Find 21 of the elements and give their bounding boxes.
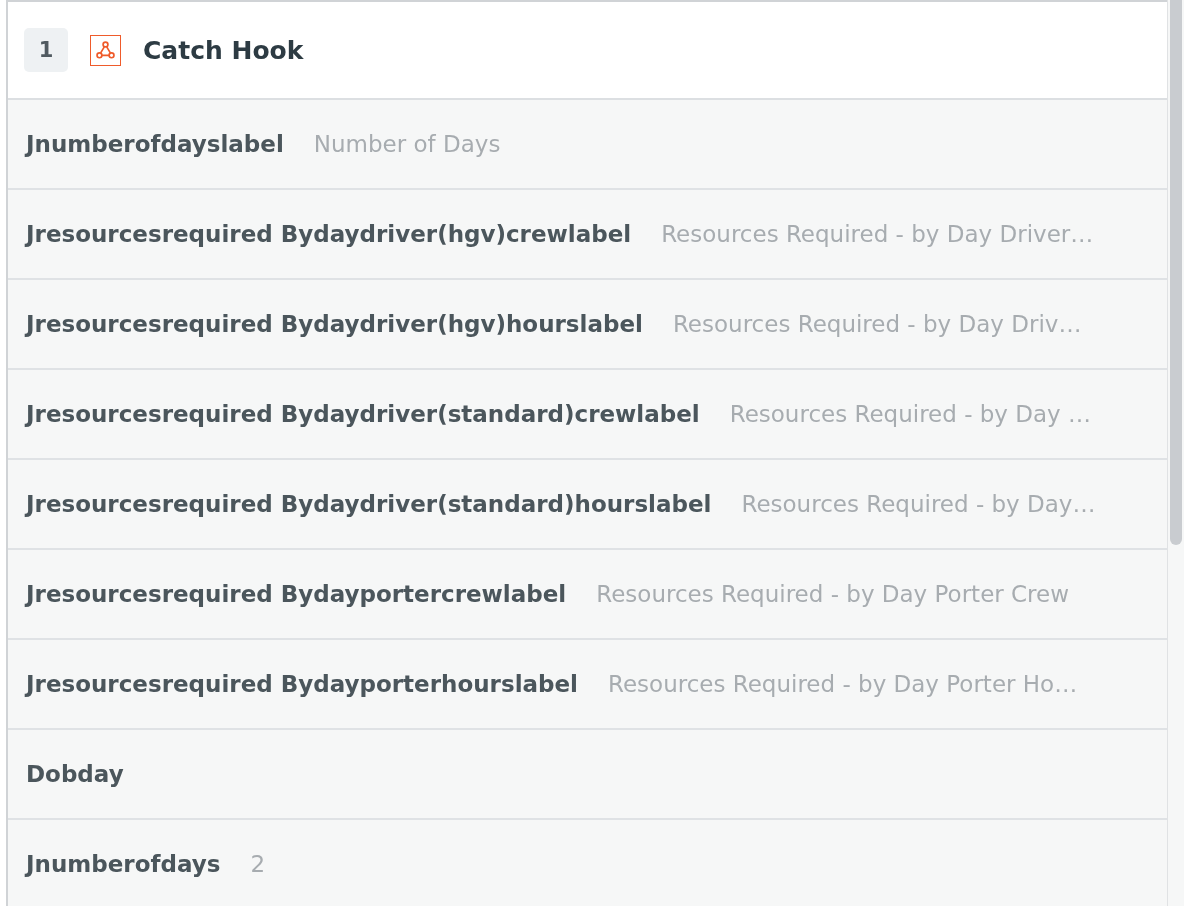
field-value: Resources Required - by Day … (729, 401, 1091, 427)
field-value: Resources Required - by Day Driver… (661, 221, 1094, 247)
field-value: 2 (250, 851, 266, 877)
field-key: Jresourcesrequired Bydaydriver(hgv)crewlabel (26, 221, 632, 247)
field-value: Number of Days (313, 131, 501, 157)
field-value: Resources Required - by Day Driv… (672, 311, 1082, 337)
field-value: Resources Required - by Day Porter Ho… (608, 671, 1078, 697)
step-number: 1 (24, 28, 68, 72)
field-key: Jresourcesrequired Bydaydriver(standard)hourslabel (26, 491, 712, 517)
field-key: Jnumberofdayslabel (26, 131, 284, 157)
field-key: Dobday (26, 761, 124, 787)
field-value: Resources Required - by Day Porter Crew (596, 581, 1070, 607)
field-value: Resources Required - by Day… (741, 491, 1096, 517)
field-key: Jresourcesrequired Bydaydriver(hgv)hourslabel (26, 311, 643, 337)
field-key: Jresourcesrequired Bydaydriver(standard)crewlabel (26, 401, 700, 427)
field-key: Jresourcesrequired Bydayporterhourslabel (26, 671, 578, 697)
step-title: Catch Hook (143, 35, 304, 65)
field-key: Jnumberofdays (26, 851, 221, 877)
scrollbar-thumb[interactable] (1170, 0, 1182, 545)
field-key: Jresourcesrequired Bydayportercrewlabel (26, 581, 567, 607)
webhook-icon (90, 34, 121, 66)
